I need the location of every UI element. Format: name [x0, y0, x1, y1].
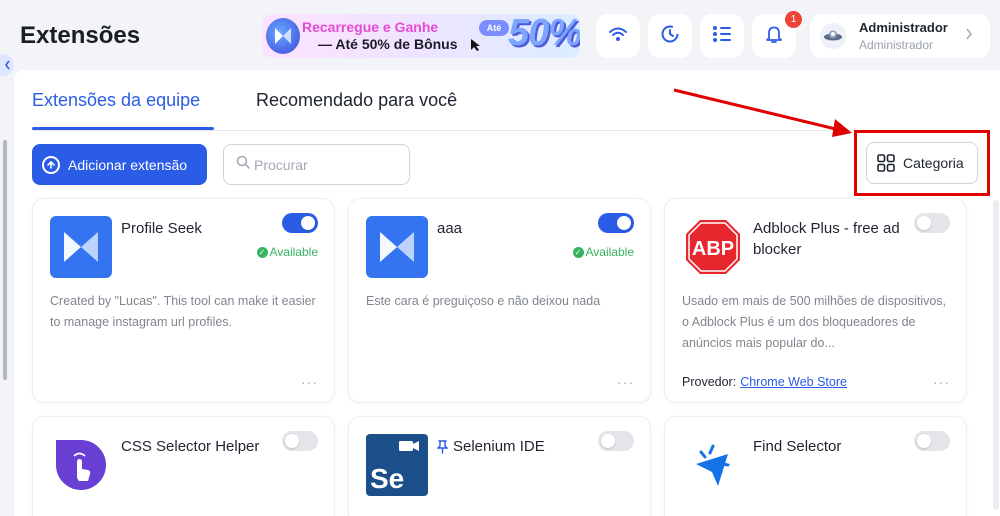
task-list-button[interactable] [700, 14, 744, 58]
search-box[interactable] [223, 144, 410, 185]
extension-name: Adblock Plus - free ad blocker [753, 220, 900, 258]
tab-recommended[interactable]: Recomendado para você [256, 90, 457, 111]
extension-name: aaa [437, 220, 463, 237]
extension-toggle[interactable] [914, 213, 950, 233]
extension-card-find-selector[interactable]: Find Selector [664, 416, 967, 516]
abp-logo-text: ABP [692, 238, 734, 260]
check-icon: ✓ [572, 246, 584, 258]
category-grid-icon [877, 154, 895, 172]
status-badge: ✓ Available [572, 245, 634, 259]
cursor-icon [470, 38, 482, 55]
extension-toggle[interactable] [914, 431, 950, 451]
extension-name: Find Selector [753, 438, 842, 455]
extension-name: Selenium IDE [453, 438, 545, 455]
right-scrollbar[interactable] [993, 200, 999, 510]
add-extension-button[interactable]: Adicionar extensão [32, 144, 207, 185]
promo-banner[interactable]: Recarregue e Ganhe — Até 50% de Bônus At… [262, 14, 580, 58]
adblock-plus-logo-icon: ABP [682, 216, 744, 278]
css-selector-helper-logo-icon [50, 434, 112, 496]
chevron-right-icon [965, 27, 973, 43]
extension-card-aaa[interactable]: aaa ✓ Available Este cara é preguiçoso e… [348, 198, 651, 403]
chevron-left-icon [4, 60, 10, 70]
page-title: Extensões [20, 22, 141, 49]
find-selector-logo-icon [682, 434, 744, 496]
selenium-ide-logo-icon: Se [366, 434, 428, 496]
promo-percentage: 50% [508, 14, 580, 54]
more-options-icon[interactable]: ··· [617, 374, 634, 390]
user-name: Administrador [859, 20, 948, 35]
search-icon [236, 155, 250, 174]
status-label: Available [585, 245, 634, 259]
extension-toggle[interactable] [598, 213, 634, 233]
extension-description: Usado em mais de 500 milhões de disposit… [682, 294, 947, 350]
promo-logo-icon [266, 18, 300, 54]
profile-seek-logo-icon [50, 216, 112, 278]
category-button[interactable]: Categoria [866, 142, 978, 184]
list-icon [712, 25, 732, 48]
provider-info: Provedor: Chrome Web Store [682, 375, 847, 389]
extension-description: Created by "Lucas". This tool can make i… [50, 294, 316, 329]
extension-card-css-selector-helper[interactable]: CSS Selector Helper [32, 416, 335, 516]
extension-description: Este cara é preguiçoso e não deixou nada [366, 294, 601, 308]
selenium-logo-text: Se [370, 463, 404, 494]
bell-icon [764, 24, 784, 49]
extension-toggle[interactable] [598, 431, 634, 451]
check-icon: ✓ [256, 246, 268, 258]
notification-badge: 1 [785, 11, 802, 28]
search-input[interactable] [254, 156, 404, 173]
avatar [820, 23, 846, 49]
extension-toggle[interactable] [282, 431, 318, 451]
extension-name-row: Selenium IDE [437, 436, 545, 457]
wifi-button[interactable] [596, 14, 640, 58]
extension-toggle[interactable] [282, 213, 318, 233]
extension-name: Profile Seek [121, 220, 202, 237]
promo-subline: — Até 50% de Bônus [318, 36, 458, 52]
status-label: Available [269, 245, 318, 259]
pin-icon[interactable] [437, 439, 448, 454]
annotation-arrow [673, 88, 852, 137]
promo-badge-label: Até [479, 20, 509, 36]
more-options-icon[interactable]: ··· [301, 374, 318, 390]
user-role: Administrador [859, 38, 934, 52]
provider-label: Provedor: [682, 375, 737, 389]
sync-icon [660, 24, 680, 49]
top-header: Extensões Recarregue e Ganhe — Até 50% d… [0, 0, 1000, 70]
extension-name: CSS Selector Helper [121, 438, 260, 455]
extension-card-profile-seek[interactable]: Profile Seek ✓ Available Created by "Luc… [32, 198, 335, 403]
sync-button[interactable] [648, 14, 692, 58]
category-label: Categoria [903, 155, 964, 171]
extension-card-adblock-plus[interactable]: ABP Adblock Plus - free ad blocker Usado… [664, 198, 967, 403]
aaa-logo-icon [366, 216, 428, 278]
promo-headline: Recarregue e Ganhe [302, 19, 439, 35]
extension-card-selenium-ide[interactable]: Se Selenium IDE [348, 416, 651, 516]
provider-link[interactable]: Chrome Web Store [740, 375, 847, 389]
left-scrollbar[interactable] [3, 140, 7, 380]
wifi-icon [608, 25, 628, 48]
extensions-panel: Extensões da equipe Recomendado para voc… [14, 70, 1000, 516]
status-badge: ✓ Available [256, 245, 318, 259]
add-icon [42, 155, 60, 174]
more-options-icon[interactable]: ··· [933, 374, 950, 390]
tab-team-extensions[interactable]: Extensões da equipe [32, 90, 200, 111]
user-menu[interactable]: Administrador Administrador [810, 14, 990, 58]
add-extension-label: Adicionar extensão [68, 156, 188, 173]
